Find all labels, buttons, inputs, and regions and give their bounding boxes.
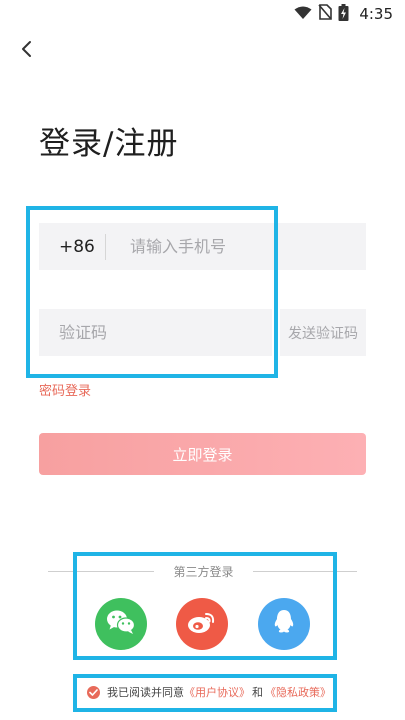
highlight-box-inputs xyxy=(26,206,278,378)
page-title: 登录/注册 xyxy=(39,126,179,162)
chevron-left-icon xyxy=(20,39,34,63)
status-time: 4:35 xyxy=(359,5,393,23)
status-icons: 4:35 xyxy=(294,3,393,25)
status-bar: 4:35 xyxy=(0,0,405,28)
password-login-link[interactable]: 密码登录 xyxy=(39,380,91,399)
back-button[interactable] xyxy=(14,38,40,64)
login-button[interactable]: 立即登录 xyxy=(39,433,366,475)
no-sim-icon xyxy=(318,4,333,24)
highlight-box-agreement xyxy=(73,674,337,712)
wifi-icon xyxy=(294,5,312,24)
highlight-box-third-party xyxy=(73,552,337,660)
send-code-button[interactable]: 发送验证码 xyxy=(280,309,366,356)
battery-charging-icon xyxy=(338,3,349,25)
